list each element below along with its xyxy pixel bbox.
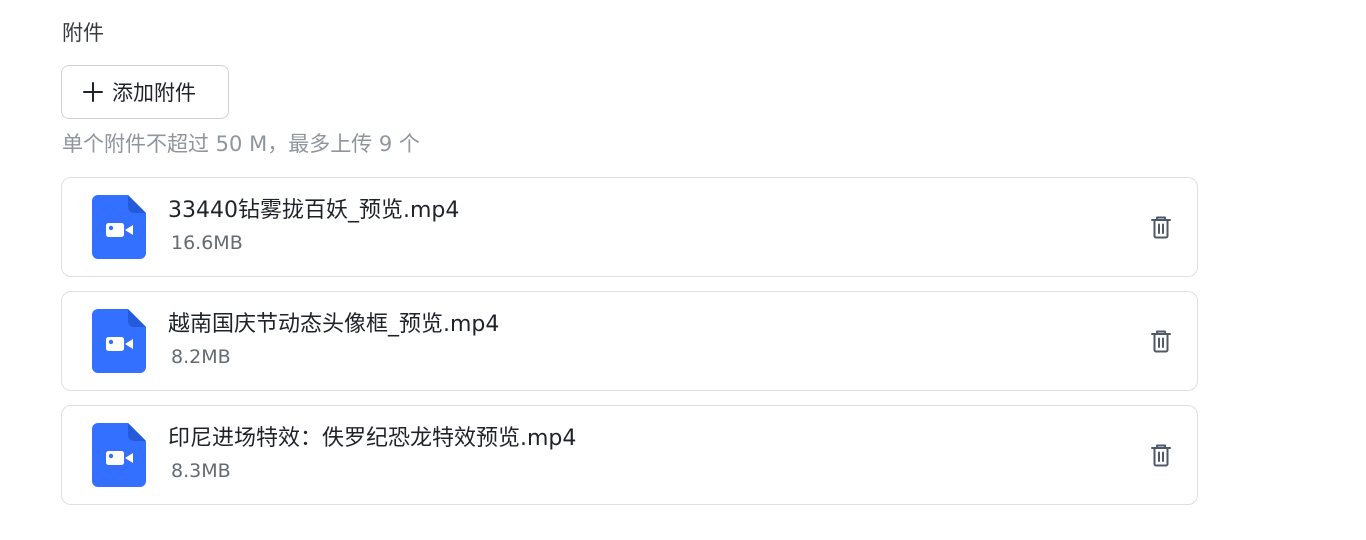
file-name: 33440钻雾拢百妖_预览.mp4 (168, 198, 460, 223)
file-name: 印尼进场特效：佚罗纪恐龙特效预览.mp4 (168, 426, 577, 451)
attachments-title: 附件 (62, 21, 104, 45)
upload-limit-hint: 单个附件不超过 50 M，最多上传 9 个 (62, 132, 420, 156)
video-file-icon (92, 423, 146, 487)
file-size: 16.6MB (171, 232, 243, 254)
video-file-icon (92, 195, 146, 259)
trash-icon[interactable] (1147, 327, 1175, 355)
attachment-item[interactable]: 33440钻雾拢百妖_预览.mp4 16.6MB (61, 177, 1198, 277)
file-name: 越南国庆节动态头像框_预览.mp4 (168, 312, 500, 337)
trash-icon[interactable] (1147, 441, 1175, 469)
add-attachment-label: 添加附件 (112, 81, 196, 105)
attachment-item[interactable]: 印尼进场特效：佚罗纪恐龙特效预览.mp4 8.3MB (61, 405, 1198, 505)
trash-icon[interactable] (1147, 213, 1175, 241)
file-size: 8.3MB (171, 460, 231, 482)
file-size: 8.2MB (171, 346, 231, 368)
plus-icon (83, 82, 103, 102)
attachment-item[interactable]: 越南国庆节动态头像框_预览.mp4 8.2MB (61, 291, 1198, 391)
add-attachment-button[interactable]: 添加附件 (61, 65, 229, 119)
video-file-icon (92, 309, 146, 373)
attachment-list: 33440钻雾拢百妖_预览.mp4 16.6MB 越南国庆节动态头像框_预览.m… (61, 177, 1198, 519)
